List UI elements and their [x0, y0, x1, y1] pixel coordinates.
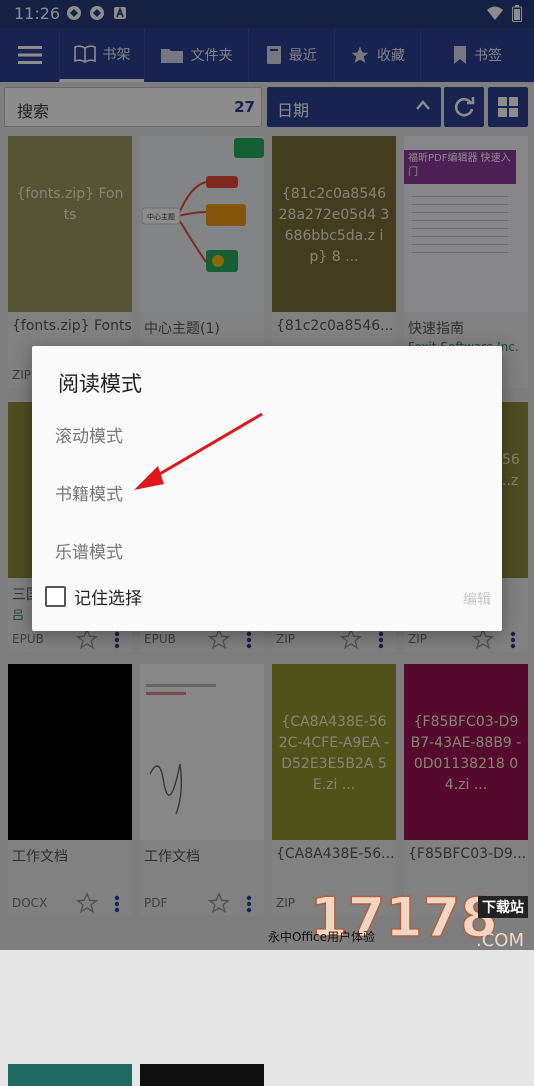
watermark-download: 下载站 [478, 896, 528, 918]
option-book-mode[interactable]: 书籍模式 [55, 480, 123, 505]
watermark-subtitle: 永中Office用户体验 [268, 930, 376, 944]
option-music-mode[interactable]: 乐谱模式 [55, 538, 123, 563]
remember-checkbox[interactable] [45, 586, 66, 607]
annotation-arrow [134, 412, 263, 490]
next-row-cover [8, 1064, 132, 1086]
remember-choice[interactable]: 记住选择 [45, 584, 142, 609]
edit-button[interactable]: 编辑 [463, 589, 491, 609]
option-scroll-mode[interactable]: 滚动模式 [55, 422, 123, 447]
watermark-domain: .COM [476, 930, 524, 950]
next-row-cover [140, 1064, 264, 1086]
remember-label: 记住选择 [74, 589, 142, 609]
dialog-title: 阅读模式 [58, 372, 142, 396]
